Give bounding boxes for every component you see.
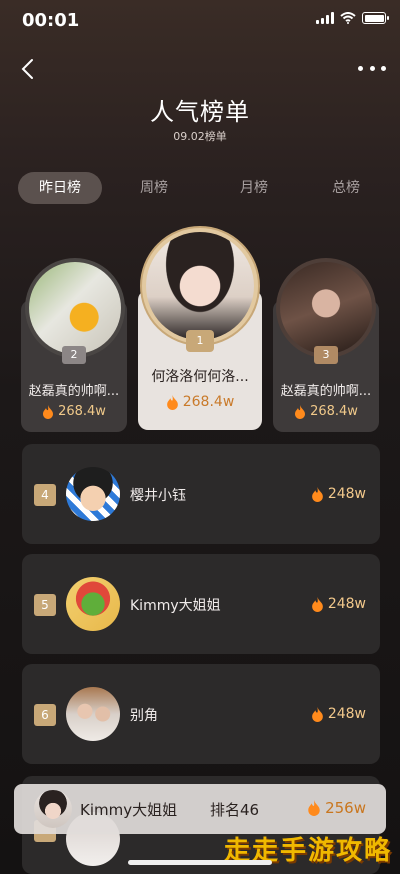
podium-second-score: 268.4w — [21, 404, 127, 419]
flame-icon — [308, 800, 320, 816]
list-item[interactable]: 4 樱井小钰 248w — [22, 444, 380, 544]
home-indicator[interactable] — [128, 860, 272, 865]
tab-yesterday[interactable]: 昨日榜 — [18, 172, 102, 204]
status-icons — [316, 12, 389, 24]
my-rank-score: 256w — [307, 799, 366, 817]
medal-icon-third: 3 — [314, 346, 338, 364]
medal-icon-first: 1 — [186, 330, 214, 352]
flame-icon — [43, 404, 54, 419]
rank-badge: 6 — [34, 704, 56, 726]
avatar[interactable] — [34, 790, 72, 828]
page-subtitle: 09.02榜单 — [173, 130, 227, 143]
list-item-score: 248w — [311, 486, 366, 502]
flame-icon — [311, 706, 323, 722]
my-rank-name: Kimmy大姐姐 — [80, 801, 178, 819]
list-item-name: Kimmy大姐姐 — [130, 598, 221, 614]
podium-third-score: 268.4w — [273, 404, 379, 419]
podium-first-avatar-frame — [140, 226, 260, 346]
podium-first-score: 268.4w — [138, 394, 262, 410]
tab-total[interactable]: 总榜 — [316, 172, 376, 204]
podium-second-avatar-frame — [25, 258, 125, 358]
rank-badge: 4 — [34, 484, 56, 506]
list-item[interactable]: 5 Kimmy大姐姐 248w — [22, 554, 380, 654]
flame-icon — [166, 394, 178, 410]
podium-second-avatar[interactable] — [29, 262, 121, 354]
medal-icon-second: 2 — [62, 346, 86, 364]
list-item[interactable]: 6 别角 248w — [22, 664, 380, 764]
podium-third-name: 赵磊真的帅啊... — [280, 384, 372, 399]
list-item-score: 248w — [311, 596, 366, 612]
list-item-name: 别角 — [130, 708, 158, 724]
status-time: 00:01 — [22, 10, 80, 31]
list-item-name: 樱井小钰 — [130, 488, 186, 504]
flame-icon — [311, 596, 323, 612]
podium-first-avatar[interactable] — [146, 232, 254, 340]
back-button[interactable] — [16, 56, 38, 82]
my-rank-bar[interactable]: Kimmy大姐姐 排名46 256w — [14, 784, 386, 834]
battery-icon — [362, 12, 389, 24]
podium-first-name: 何洛洛何何洛... — [151, 369, 249, 385]
tab-month[interactable]: 月榜 — [224, 172, 284, 204]
more-dots-icon[interactable] — [358, 60, 386, 76]
page-title: 人气榜单 — [150, 98, 250, 126]
tab-week[interactable]: 周榜 — [124, 172, 184, 204]
tab-bar: 昨日榜 周榜 月榜 总榜 — [0, 172, 400, 206]
rank-badge: 5 — [34, 594, 56, 616]
my-rank-position: 排名46 — [210, 801, 260, 819]
signal-icon — [316, 12, 334, 24]
podium-third-avatar-frame — [276, 258, 376, 358]
podium-third-avatar[interactable] — [280, 262, 372, 354]
avatar[interactable] — [66, 577, 120, 631]
podium-second-name: 赵磊真的帅啊... — [28, 384, 120, 399]
avatar[interactable] — [66, 687, 120, 741]
list-item-score: 248w — [311, 706, 366, 722]
flame-icon — [295, 404, 306, 419]
avatar[interactable] — [66, 467, 120, 521]
wifi-icon — [340, 12, 356, 24]
flame-icon — [311, 486, 323, 502]
back-chevron-icon — [21, 59, 33, 79]
